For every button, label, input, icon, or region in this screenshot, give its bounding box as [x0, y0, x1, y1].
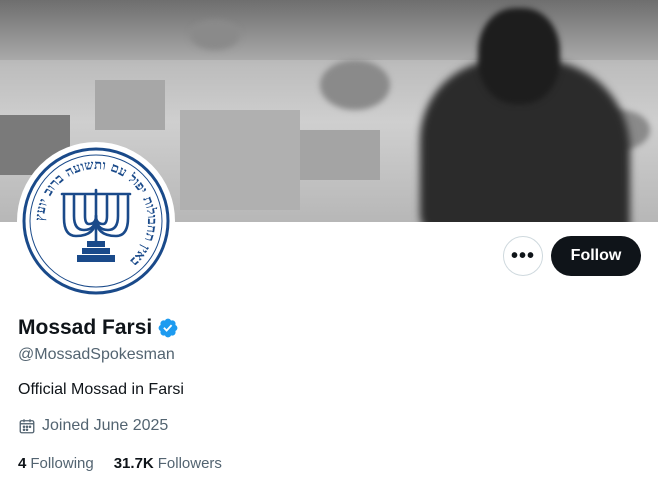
following-label: Following [30, 455, 94, 472]
profile-avatar[interactable]: באין תחבולות יפול עם ותשועה ברוב יועץ [17, 142, 175, 300]
more-options-button[interactable]: ••• [503, 236, 543, 276]
followers-count: 31.7K [113, 455, 154, 472]
banner-figure-head [478, 8, 560, 104]
banner-pixelation [95, 80, 165, 130]
profile-stats: 4 Following 31.7K Followers [18, 455, 222, 472]
banner-pixelation [300, 130, 380, 180]
profile-bio: Official Mossad in Farsi [18, 381, 184, 398]
profile-name-row: Mossad Farsi [18, 316, 179, 340]
mossad-emblem: באין תחבולות יפול עם ותשועה ברוב יועץ [22, 147, 170, 295]
follow-button[interactable]: Follow [551, 236, 641, 276]
following-count: 4 [18, 455, 27, 472]
more-horizontal-icon: ••• [510, 244, 535, 267]
following-link[interactable]: 4 Following [18, 455, 94, 472]
followers-label: Followers [157, 455, 222, 472]
verified-badge-icon[interactable] [157, 317, 179, 339]
profile-handle: @MossadSpokesman [18, 346, 175, 363]
followers-link[interactable]: 31.7K Followers [114, 455, 222, 472]
calendar-icon [18, 417, 36, 435]
banner-pixelation [180, 110, 300, 210]
display-name: Mossad Farsi [18, 316, 153, 339]
banner-bush [190, 20, 240, 50]
joined-date: Joined June 2025 [18, 417, 168, 435]
joined-date-text: Joined June 2025 [42, 417, 169, 434]
banner-bush [320, 60, 390, 110]
